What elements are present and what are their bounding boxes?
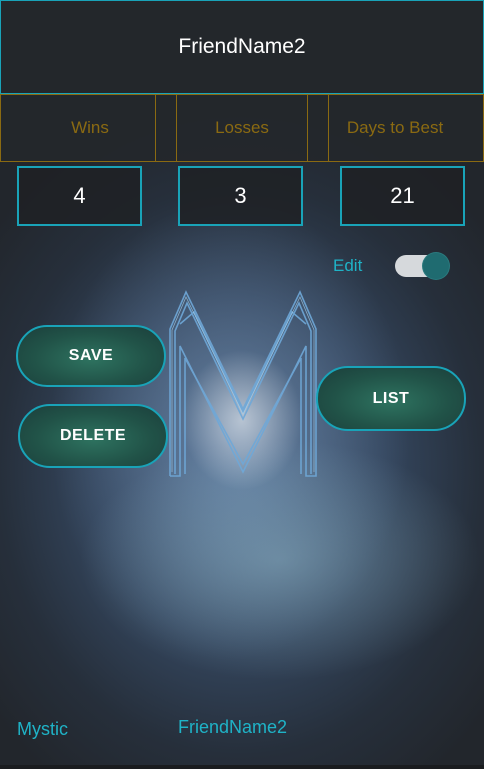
wins-value: 4 [73,183,86,208]
edit-toggle[interactable] [395,253,449,279]
stat-label-days-to-best: Days to Best [346,118,444,137]
stats-header-row: Wins Losses Days to Best [0,94,484,162]
delete-button[interactable]: DELETE [18,404,168,468]
save-button-label: SAVE [68,347,114,364]
header-bar: FriendName2 [0,0,484,94]
stat-label-losses: Losses [215,118,269,137]
edit-label: Edit [333,256,363,275]
footer-friend-name: FriendName2 [178,717,288,737]
m-logo-icon [169,290,317,477]
days-to-best-value: 21 [390,183,415,208]
days-to-best-value-box[interactable]: 21 [340,166,465,226]
save-button[interactable]: SAVE [16,325,166,387]
losses-value-box[interactable]: 3 [178,166,303,226]
edit-toggle-thumb [423,253,449,279]
bottom-bar [0,765,484,769]
page-title: FriendName2 [178,35,306,58]
stats-divider [307,95,308,161]
wins-value-box[interactable]: 4 [17,166,142,226]
delete-button-label: DELETE [59,427,127,444]
list-button[interactable]: LIST [316,366,466,431]
footer-mystic-link[interactable]: Mystic [17,719,68,740]
list-button-label: LIST [372,389,410,407]
stat-label-wins: Wins [71,118,109,137]
losses-value: 3 [234,183,247,208]
